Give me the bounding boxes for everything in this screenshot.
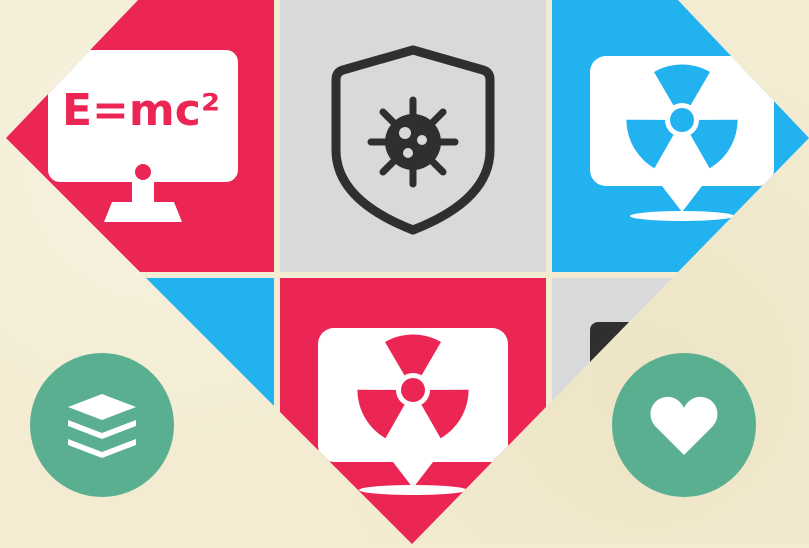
layers-button[interactable] — [30, 353, 174, 497]
virus-shield-tile[interactable] — [280, 0, 546, 272]
heart-icon — [650, 396, 718, 455]
favorite-button[interactable] — [612, 353, 756, 497]
equation-text: E=mc² — [62, 85, 220, 136]
virus-shield-icon — [331, 45, 495, 235]
layers-icon — [68, 394, 136, 458]
